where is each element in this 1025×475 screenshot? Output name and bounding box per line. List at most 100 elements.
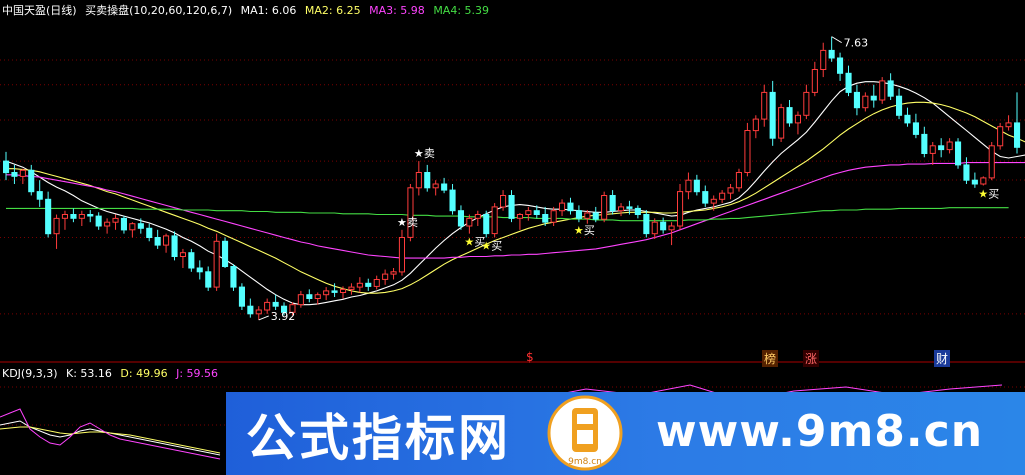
candle-body [398, 237, 405, 273]
candle-body [626, 206, 633, 209]
candle-body [786, 107, 793, 124]
min-price-label: 3.92 [271, 310, 296, 323]
candle-body [104, 221, 111, 227]
candle-body [424, 172, 431, 189]
candle-body [407, 187, 414, 238]
candle-body [761, 91, 768, 120]
candle-body [735, 172, 743, 189]
candle-body [929, 145, 936, 154]
candle-body [264, 301, 271, 311]
candle-body [272, 301, 279, 307]
candle-body [205, 271, 212, 288]
candle-body [247, 305, 254, 315]
sell-signal-star-icon: ★ [397, 216, 407, 229]
candle-body [778, 107, 785, 139]
kdj-j-value: J: 59.56 [176, 367, 219, 380]
candle-body [988, 145, 995, 179]
candle-body [542, 214, 549, 223]
candle-body [533, 210, 540, 215]
candle-body [163, 235, 170, 246]
candle-body [466, 217, 473, 227]
candle-body [441, 183, 448, 191]
candle-body [879, 80, 886, 101]
candle-body [373, 279, 380, 287]
min-price-pointer [258, 315, 269, 321]
candle-body [508, 195, 515, 219]
candle-body [196, 267, 203, 273]
candle-body [230, 266, 237, 288]
main-price-chart[interactable]: 7.633.92★ 卖★ 卖★ 买★ 买★ 买★ 买 [0, 0, 1025, 365]
buy-signal-star-icon: ★ [978, 188, 988, 201]
candle-body [365, 282, 372, 287]
kdj-k-value: K: 53.16 [66, 367, 112, 380]
candle-body [634, 207, 641, 215]
candle-body [491, 206, 498, 235]
candle-body [921, 133, 928, 154]
candle-body [314, 294, 321, 300]
ma1-value: MA1: 6.06 [240, 4, 297, 17]
candle-body [11, 172, 18, 177]
candle-body [255, 309, 262, 315]
candle-body [955, 141, 962, 166]
max-price-label: 7.63 [844, 37, 869, 50]
candle-body [53, 217, 60, 235]
buy-signal-label: 买 [584, 224, 595, 237]
candle-body [120, 217, 128, 231]
candle-body [896, 95, 903, 116]
candle-body [794, 114, 802, 124]
candle-body [146, 227, 153, 239]
candle-body [1014, 122, 1021, 148]
candle-body [618, 206, 625, 212]
kdj-header: KDJ(9,3,3) K: 53.16 D: 49.96 J: 59.56 [2, 367, 223, 380]
buy-signal-star-icon: ★ [574, 224, 584, 237]
sell-signal-star-icon: ★ [414, 147, 424, 160]
candle-body [980, 177, 987, 185]
candle-body [415, 172, 422, 189]
buy-signal-label: 买 [491, 239, 502, 252]
ma4-value: MA4: 5.39 [433, 4, 490, 17]
candle-body [449, 189, 456, 212]
candle-body [575, 210, 583, 219]
candle-body [36, 191, 43, 200]
candle-body [567, 202, 574, 212]
candle-body [188, 252, 195, 269]
candle-body [382, 273, 389, 280]
ma3-value: MA3: 5.98 [369, 4, 425, 17]
candle-body [837, 57, 844, 74]
candle-body [643, 214, 650, 235]
candle-body [3, 160, 10, 174]
candle-body [356, 282, 363, 288]
candle-body [70, 214, 77, 219]
candle-body [853, 91, 861, 109]
candle-body [323, 290, 330, 296]
candle-body [685, 179, 692, 193]
main-chart-header: 中国天盈(日线) 买卖操盘(10,20,60,120,6,7) MA1: 6.0… [2, 2, 494, 18]
candle-body [803, 91, 810, 116]
sell-signal-label: 卖 [407, 216, 418, 229]
kdj-k-line [0, 420, 221, 456]
candle-body [171, 235, 178, 257]
candle-body [845, 72, 852, 93]
site-logo-icon: 9m8.cn [547, 395, 623, 471]
kdj-name: KDJ(9,3,3) [2, 367, 58, 380]
ma2-value: MA2: 6.25 [304, 4, 361, 17]
candle-body [306, 294, 313, 300]
candle-body [744, 130, 751, 173]
candle-body [483, 214, 490, 235]
candle-body [904, 114, 911, 124]
candle-body [727, 187, 734, 194]
buy-signal-label: 买 [988, 188, 999, 201]
candle-body [61, 214, 69, 219]
candle-body [550, 210, 557, 223]
candle-body [457, 210, 464, 227]
candle-body [997, 126, 1004, 147]
candle-body [946, 141, 953, 151]
candle-body [912, 122, 920, 135]
kdj-j-line [0, 408, 221, 460]
candle-body [129, 223, 136, 231]
candle-body [584, 212, 591, 219]
candle-body [390, 271, 397, 275]
watermark-banner: 公式指标网 9m8.cn www.9m8.cn [226, 392, 1025, 475]
sell-signal-label: 卖 [424, 147, 435, 160]
candle-body [601, 195, 608, 220]
